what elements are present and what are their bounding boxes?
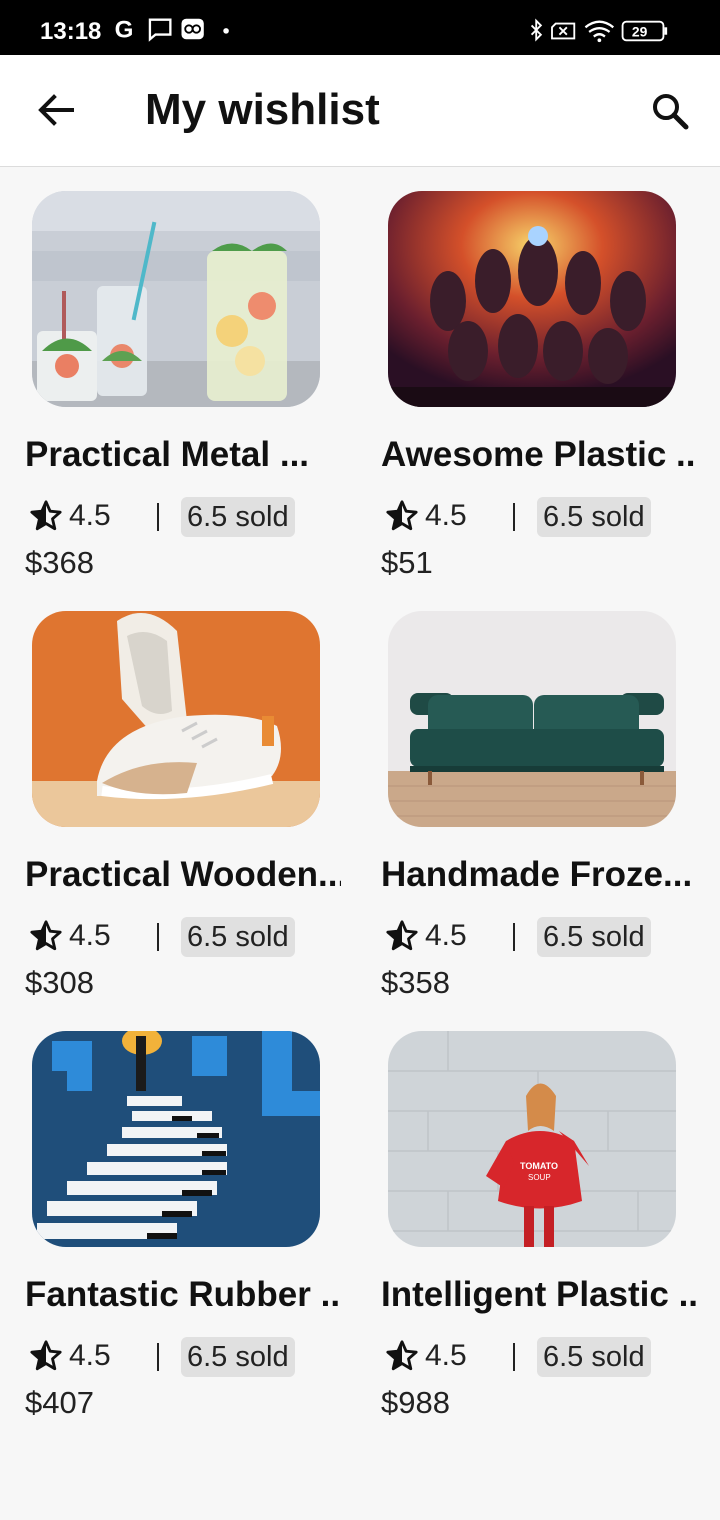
product-price: $51: [381, 545, 433, 580]
star-half-icon: [30, 500, 62, 531]
battery-icon: 29: [621, 20, 668, 42]
star-half-icon: [30, 920, 62, 951]
sold-badge: 6.5 sold: [537, 917, 651, 957]
search-button[interactable]: [642, 83, 698, 139]
sold-badge: 6.5 sold: [537, 497, 651, 537]
product-card[interactable]: Practical Metal ... 4.5 6.5 sold $368: [25, 167, 361, 580]
svg-text:29: 29: [632, 24, 648, 40]
sold-badge: 6.5 sold: [537, 1337, 651, 1377]
back-button[interactable]: [28, 83, 84, 139]
product-card[interactable]: Handmade Froze... 4.5 6.5 sold $358: [381, 587, 717, 1000]
status-right-icons: 29: [530, 18, 668, 43]
svg-text:SOUP: SOUP: [528, 1173, 551, 1182]
product-name: Practical Metal ...: [25, 435, 310, 474]
product-card[interactable]: Practical Wooden... 4.5 6.5 sold $308: [25, 587, 361, 1000]
dot-icon: [223, 28, 229, 34]
star-half-icon: [386, 920, 418, 951]
product-name: Intelligent Plastic ...: [381, 1275, 697, 1314]
product-image-sneaker: [32, 611, 320, 827]
product-price: $368: [25, 545, 94, 580]
divider: [513, 1343, 515, 1371]
product-image-piano-stairs: [32, 1031, 320, 1247]
product-card[interactable]: Awesome Plastic ... 4.5 6.5 sold $51: [381, 167, 717, 580]
arrow-left-icon: [38, 94, 74, 126]
no-sim-icon: [551, 22, 576, 40]
product-rating: 4.5: [69, 1339, 111, 1372]
product-price: $407: [25, 1385, 94, 1420]
divider: [513, 503, 515, 531]
product-rating: 4.5: [425, 1339, 467, 1372]
product-rating: 4.5: [69, 919, 111, 952]
product-meta: 4.5 6.5 sold: [385, 497, 705, 537]
product-name: Practical Wooden...: [25, 855, 341, 894]
product-rating: 4.5: [425, 919, 467, 952]
star-half-icon: [386, 1340, 418, 1371]
star-half-icon: [30, 1340, 62, 1371]
divider: [513, 923, 515, 951]
product-image-red-sweater: TOMATO SOUP: [388, 1031, 676, 1247]
product-card[interactable]: Fantastic Rubber ... 4.5 6.5 sold $407: [25, 1007, 361, 1420]
product-rating: 4.5: [425, 499, 467, 532]
sold-badge: 6.5 sold: [181, 497, 295, 537]
star-half-icon: [386, 500, 418, 531]
product-rating: 4.5: [69, 499, 111, 532]
divider: [157, 1343, 159, 1371]
product-image-movie-poster: [388, 191, 676, 407]
svg-text:TOMATO: TOMATO: [520, 1161, 558, 1171]
product-meta: 4.5 6.5 sold: [29, 917, 349, 957]
sold-badge: 6.5 sold: [181, 917, 295, 957]
divider: [157, 923, 159, 951]
product-meta: 4.5 6.5 sold: [29, 1337, 349, 1377]
status-left-icons: G: [115, 16, 229, 42]
product-image-drinks: [32, 191, 320, 407]
sold-badge: 6.5 sold: [181, 1337, 295, 1377]
product-name: Handmade Froze...: [381, 855, 693, 894]
svg-text:G: G: [115, 16, 134, 42]
product-price: $308: [25, 965, 94, 1000]
google-icon: G: [115, 16, 134, 42]
product-meta: 4.5 6.5 sold: [29, 497, 349, 537]
bluetooth-icon: [530, 18, 543, 42]
search-icon: [653, 94, 689, 130]
product-price: $358: [381, 965, 450, 1000]
product-card[interactable]: TOMATO SOUP Intelligent Plastic ... 4.5 …: [381, 1007, 717, 1420]
product-name: Fantastic Rubber ...: [25, 1275, 341, 1314]
product-meta: 4.5 6.5 sold: [385, 1337, 705, 1377]
product-meta: 4.5 6.5 sold: [385, 917, 705, 957]
link-icon: [181, 18, 204, 40]
wifi-icon: [584, 20, 615, 43]
product-price: $988: [381, 1385, 450, 1420]
app-bar: My wishlist: [0, 55, 720, 167]
product-name: Awesome Plastic ...: [381, 435, 697, 474]
page-title: My wishlist: [145, 85, 380, 134]
divider: [157, 503, 159, 531]
product-image-sofa: [388, 611, 676, 827]
message-icon: [148, 18, 172, 42]
status-bar: 13:18 G 29: [0, 0, 720, 55]
status-time: 13:18: [40, 18, 102, 45]
